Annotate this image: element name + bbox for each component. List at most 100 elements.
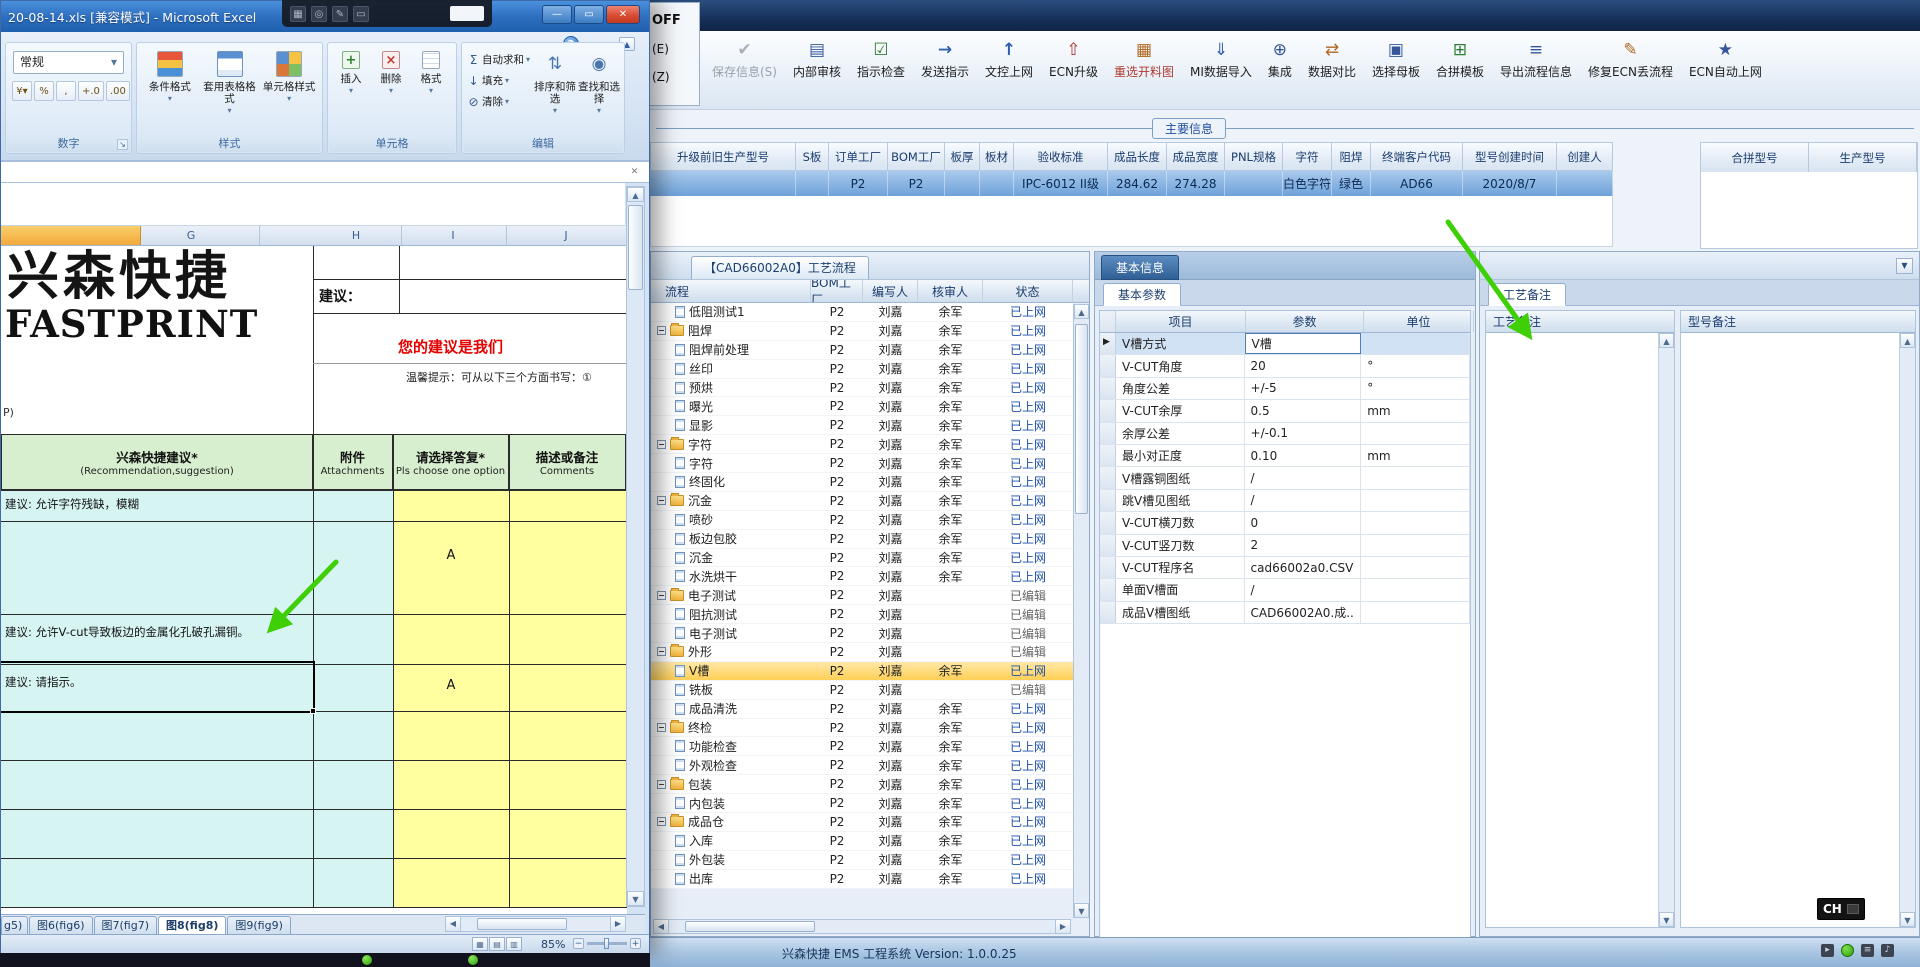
basic-params-row[interactable]: 角度公差 +/-5 ° (1100, 377, 1470, 401)
scroll-down-icon[interactable]: ▼ (627, 891, 644, 906)
tab-process-remarks[interactable]: 工艺备注 (1488, 283, 1567, 306)
answer-cell-a2[interactable]: A (447, 678, 456, 693)
suggestion-header-cell[interactable]: 描述或备注 Comments (509, 434, 626, 490)
overlay-camera-icon[interactable]: ◎ (311, 5, 327, 22)
scroll-left-icon[interactable]: ◀ (654, 920, 669, 933)
workflow-row[interactable]: 出库 P2 刘嘉 余军 已上网 (651, 870, 1073, 889)
basic-params-row[interactable]: V-CUT程序名 cad66002a0.CSV (1100, 556, 1470, 580)
process-remarks-scrollbar[interactable]: ▲ ▼ (1658, 333, 1674, 927)
ems-toolbar-button[interactable]: ▦ 重选开料图 (1106, 36, 1182, 83)
expander-icon[interactable] (657, 590, 666, 600)
suggestion-cell-1[interactable]: 建议: 允许字符残缺，模糊 (5, 496, 139, 512)
basic-params-row[interactable]: V-CUT横刀数 0 (1100, 512, 1470, 535)
tab-basic-params[interactable]: 基本参数 (1103, 283, 1182, 306)
expander-icon[interactable] (657, 647, 666, 657)
expander-icon[interactable] (657, 326, 666, 336)
formula-bar[interactable]: ✕ (1, 161, 649, 183)
workflow-row[interactable]: 内包装 P2 刘嘉 余军 已上网 (651, 794, 1073, 814)
sort-filter-button[interactable]: ⇅ 排序和筛选 ▾ (533, 45, 577, 136)
expander-icon[interactable] (657, 779, 666, 789)
basic-params-row[interactable]: 成品V槽图纸 CAD66002A0.成.. (1100, 601, 1470, 625)
comments-column[interactable] (509, 490, 626, 907)
normal-view-button[interactable]: ▦ (472, 937, 488, 951)
close-button[interactable]: ✕ (606, 5, 640, 24)
expander-icon[interactable] (657, 723, 666, 733)
workflow-row[interactable]: 电子测试 P2 刘嘉 已编辑 (651, 624, 1073, 644)
zoom-knob[interactable] (604, 938, 609, 949)
main-info-selected-row[interactable]: P2 P2 IPC-6012 II级 284.62 274.28 白色字符 绿色 AD66 20… (650, 171, 1613, 196)
workflow-row[interactable]: 入库 P2 刘嘉 余军 已上网 (651, 832, 1073, 851)
expander-icon[interactable] (657, 439, 666, 449)
suggestion-header-cell[interactable]: 兴森快捷建议* (Recommendation,suggestion) (1, 434, 313, 490)
speaker-icon[interactable]: ♪ (1881, 944, 1894, 957)
workflow-row[interactable]: 成品清洗 P2 刘嘉 余军 已上网 (651, 700, 1073, 719)
suggest-label-cell[interactable]: 建议： (319, 286, 361, 306)
partial-menu-item[interactable]: OFF (646, 9, 699, 38)
workflow-row[interactable]: 终固化 P2 刘嘉 余军 已上网 (651, 473, 1073, 492)
scroll-down-icon[interactable]: ▼ (1074, 903, 1089, 918)
partial-menu-item[interactable]: (E) (646, 38, 699, 66)
column-header-i[interactable]: I (451, 229, 454, 242)
ems-toolbar-button[interactable]: ⊞ 合拼模板 (1428, 36, 1492, 83)
ems-toolbar-button[interactable]: ⊕ 集成 (1260, 36, 1300, 83)
zoom-slider[interactable]: − + (573, 938, 641, 949)
workflow-row[interactable]: 包装 P2 刘嘉 余军 已上网 (651, 775, 1073, 795)
sheet-tab[interactable]: 图9(fig9) (227, 916, 291, 934)
partial-menu-item[interactable]: (Z) (646, 66, 699, 94)
scroll-up-icon[interactable]: ▲ (627, 187, 644, 202)
scrollbar-thumb[interactable] (685, 921, 815, 932)
ems-toolbar-button[interactable]: → 发送指示 (913, 36, 977, 83)
scroll-down-icon[interactable]: ▼ (1900, 912, 1915, 927)
sheet-tab[interactable]: 图6(fig6) (29, 916, 93, 934)
close-icon[interactable]: ✕ (627, 165, 642, 180)
fill-button[interactable]: ↓ 填充 ▾ (465, 70, 533, 91)
workflow-row[interactable]: 阻焊前处理 P2 刘嘉 余军 已上网 (651, 341, 1073, 360)
scroll-down-icon[interactable]: ▼ (1659, 912, 1674, 927)
workflow-row[interactable]: 沉金 P2 刘嘉 余军 已上网 (651, 492, 1073, 511)
answer-cell-a1[interactable]: A (447, 548, 456, 563)
workflow-row[interactable]: 喷砂 P2 刘嘉 余军 已上网 (651, 511, 1073, 530)
increase-decimal-button[interactable]: +.0 (78, 81, 104, 101)
overlay-pen-icon[interactable]: ✎ (332, 5, 348, 22)
scroll-up-icon[interactable]: ▲ (1659, 333, 1674, 348)
workflow-row[interactable]: 低阻测试1 P2 刘嘉 余军 已上网 (651, 303, 1073, 322)
taskbar-app-icon[interactable] (362, 955, 372, 965)
scrollbar-thumb[interactable] (477, 918, 567, 930)
scroll-right-icon[interactable]: ▶ (610, 917, 625, 931)
scroll-right-icon[interactable]: ▶ (1055, 920, 1070, 933)
collapse-panel-icon[interactable]: ▼ (1896, 258, 1913, 274)
sheet-tab[interactable]: 图7(fig7) (93, 916, 157, 934)
conditional-format-button[interactable]: 条件格式 ▾ (140, 45, 200, 136)
workflow-row[interactable]: V槽 P2 刘嘉 余军 已上网 (651, 661, 1073, 681)
sheet-vertical-scrollbar[interactable]: ▲ ▼ (626, 186, 645, 907)
clear-button[interactable]: ⊘ 清除 ▾ (465, 91, 533, 112)
scrollbar-thumb[interactable] (1075, 324, 1088, 514)
basic-params-row[interactable]: 最小对正度 0.10 mm (1100, 444, 1470, 468)
workflow-row[interactable]: 功能检查 P2 刘嘉 余军 已上网 (651, 737, 1073, 757)
format-cells-button[interactable]: 格式 ▾ (411, 45, 451, 136)
workflow-row[interactable]: 外包装 P2 刘嘉 余军 已上网 (651, 851, 1073, 870)
basic-params-row[interactable]: 跳V槽见图纸 / (1100, 489, 1470, 513)
suggestion-header-cell[interactable]: 请选择答复* Pls choose one option (393, 434, 509, 490)
restore-button[interactable]: ▭ (574, 5, 604, 24)
comma-format-button[interactable]: , (56, 81, 76, 101)
insert-cells-button[interactable]: + 插入 ▾ (331, 45, 371, 136)
basic-params-row[interactable]: V槽方式 V槽 (1100, 333, 1470, 356)
workflow-row[interactable]: 铣板 P2 刘嘉 已编辑 (651, 681, 1073, 700)
cell-styles-button[interactable]: 单元格样式 ▾ (259, 45, 319, 136)
tray-icon[interactable]: ▸ (1821, 944, 1834, 957)
ems-toolbar-button[interactable]: ✎ 修复ECN丢流程 (1580, 36, 1681, 83)
ems-toolbar-button[interactable]: ▤ 内部审核 (785, 36, 849, 83)
workflow-vertical-scrollbar[interactable]: ▲ ▼ (1073, 304, 1089, 918)
column-header-h[interactable]: H (352, 229, 360, 242)
workflow-row[interactable]: 外观检查 P2 刘嘉 余军 已上网 (651, 756, 1073, 776)
percent-format-button[interactable]: % (34, 81, 54, 101)
scrollbar-thumb[interactable] (628, 205, 643, 290)
workflow-row[interactable]: 水洗烘干 P2 刘嘉 余军 已上网 (651, 567, 1073, 587)
autosum-button[interactable]: Σ 自动求和 ▾ (465, 49, 533, 70)
taskbar-app-icon[interactable] (468, 955, 478, 965)
basic-params-row[interactable]: 单面V槽面 / (1100, 579, 1470, 602)
workflow-row[interactable]: 板边包胶 P2 刘嘉 余军 已上网 (651, 530, 1073, 549)
workflow-row[interactable]: 字符 P2 刘嘉 余军 已上网 (651, 435, 1073, 455)
workflow-row[interactable]: 丝印 P2 刘嘉 余军 已上网 (651, 360, 1073, 379)
